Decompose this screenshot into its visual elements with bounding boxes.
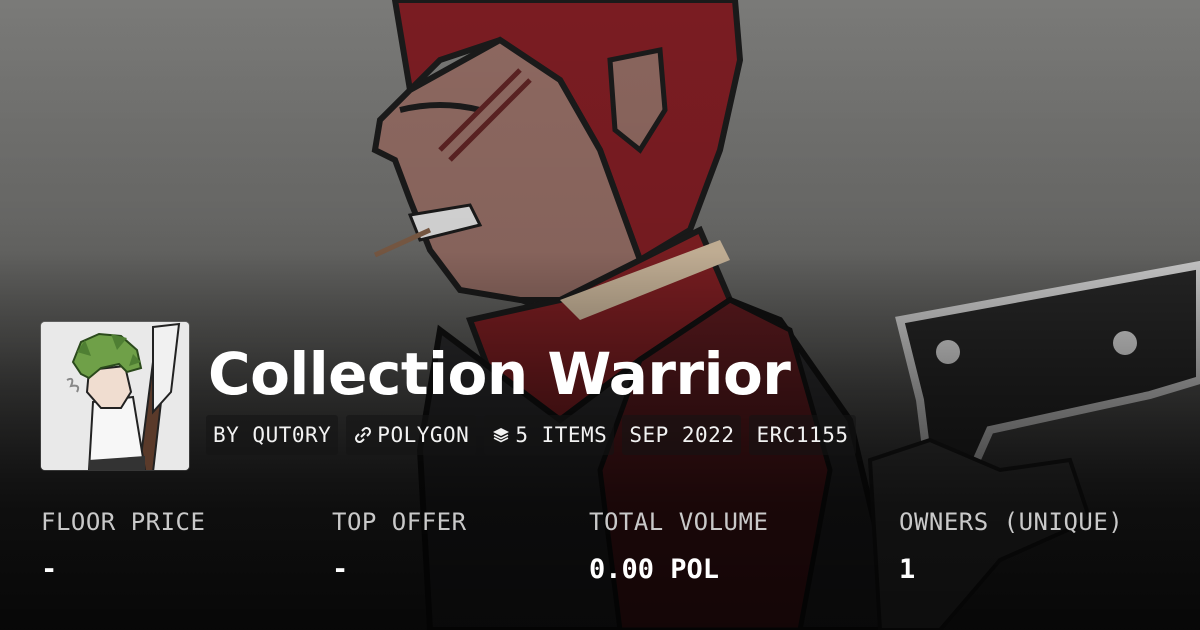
stat-label: OWNERS (UNIQUE): [899, 508, 1124, 536]
collection-thumbnail[interactable]: [41, 322, 189, 470]
items-label: 5 ITEMS: [515, 423, 608, 447]
creator-label: BY QUT0RY: [213, 423, 332, 447]
stat-label: TOTAL VOLUME: [589, 508, 769, 536]
stat-value: 0.00 POL: [589, 554, 720, 585]
link-icon: [353, 425, 373, 445]
stat-value: -: [41, 554, 58, 585]
items-chip[interactable]: 5 ITEMS: [484, 415, 615, 455]
stat-value: 1: [899, 554, 916, 585]
stat-label: TOP OFFER: [332, 508, 467, 536]
thumbnail-artwork: [41, 322, 189, 470]
chain-chip[interactable]: POLYGON: [346, 415, 477, 455]
stat-label: FLOOR PRICE: [41, 508, 206, 536]
chain-label: POLYGON: [377, 423, 470, 447]
date-chip: SEP 2022: [622, 415, 742, 455]
creator-chip[interactable]: BY QUT0RY: [206, 415, 339, 455]
stat-total-volume: TOTAL VOLUME 0.00 POL: [589, 504, 768, 588]
standard-label: ERC1155: [756, 423, 849, 447]
layers-icon: [491, 425, 511, 445]
date-label: SEP 2022: [629, 423, 735, 447]
stat-value: -: [332, 554, 349, 585]
stat-floor-price: FLOOR PRICE -: [41, 504, 205, 588]
collection-title: Collection Warrior: [208, 340, 791, 408]
stat-top-offer: TOP OFFER -: [332, 504, 467, 588]
collection-meta-chips: BY QUT0RY POLYGON 5 ITEMS SEP 2022 ERC11…: [206, 415, 856, 455]
standard-chip: ERC1155: [749, 415, 856, 455]
stat-owners: OWNERS (UNIQUE) 1: [899, 504, 1123, 588]
